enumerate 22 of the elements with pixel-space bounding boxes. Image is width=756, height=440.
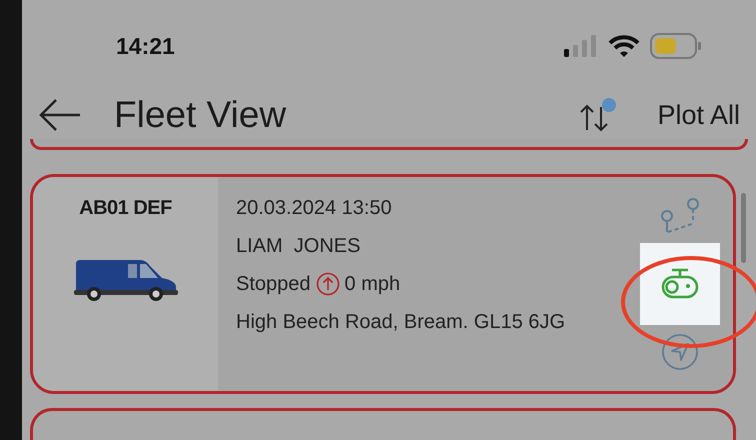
back-arrow-icon[interactable] xyxy=(38,98,82,132)
wifi-icon xyxy=(608,34,640,58)
vehicle-card[interactable]: AB01 DEF 20.03.2024 13:50 LIAM JONES Stopped 0 mph High Beech Road, Bream. GL15 6JG xyxy=(30,174,736,394)
vehicle-card[interactable] xyxy=(30,138,748,150)
timestamp: 20.03.2024 13:50 xyxy=(236,196,393,222)
driver-name: LIAM JONES xyxy=(236,234,362,260)
status-time: 14:21 xyxy=(116,32,175,60)
van-icon xyxy=(74,258,178,302)
vehicle-address: High Beech Road, Bream. GL15 6JG xyxy=(236,310,566,336)
scrollbar[interactable] xyxy=(741,193,746,263)
camera-icon xyxy=(660,268,700,300)
plot-all-link[interactable]: Plot All xyxy=(657,100,740,131)
vehicle-registration: AB01 DEF xyxy=(79,197,172,220)
camera-button[interactable] xyxy=(640,243,720,326)
route-icon[interactable] xyxy=(658,197,702,236)
battery-icon xyxy=(650,33,702,59)
vehicle-status: Stopped xyxy=(236,272,311,298)
navigate-icon[interactable] xyxy=(661,333,699,372)
vehicle-card[interactable] xyxy=(30,408,736,440)
vehicle-speed: 0 mph xyxy=(344,272,400,298)
signal-icon xyxy=(564,35,598,57)
page-title: Fleet View xyxy=(114,94,288,136)
